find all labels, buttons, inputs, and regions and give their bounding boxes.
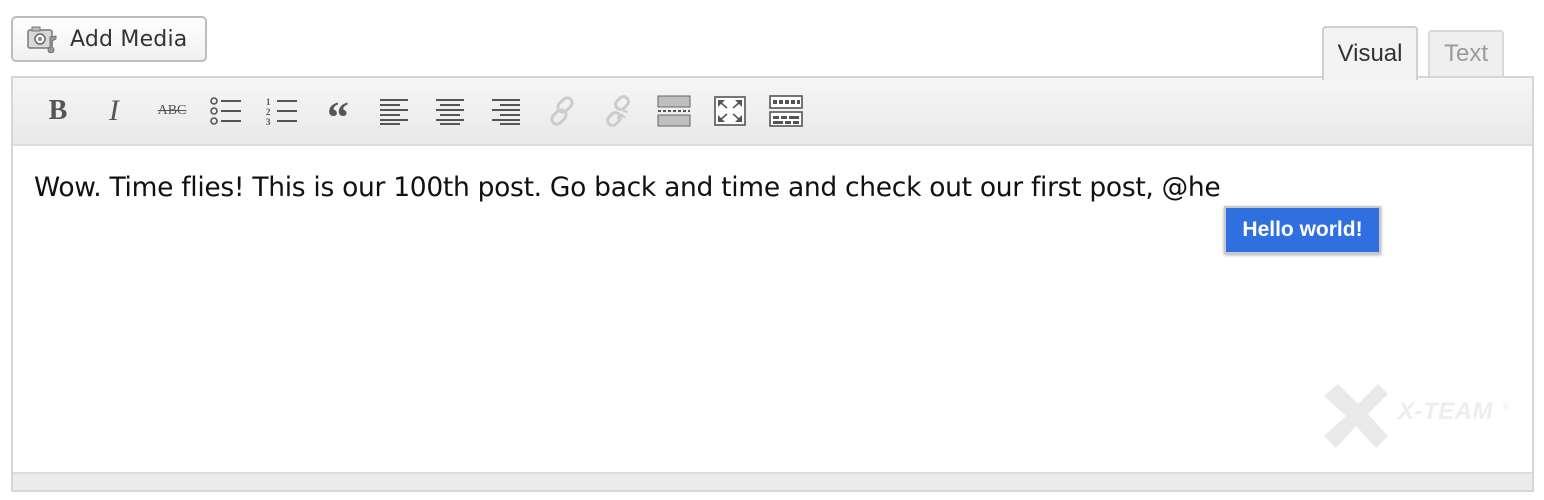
- italic-button[interactable]: I: [96, 94, 132, 128]
- align-center-button[interactable]: [432, 94, 468, 128]
- fullscreen-icon: [714, 96, 746, 126]
- unlink-button[interactable]: [600, 94, 636, 128]
- blockquote-button[interactable]: “: [320, 94, 356, 140]
- tab-text[interactable]: Text: [1428, 30, 1504, 76]
- svg-text:2: 2: [266, 107, 271, 117]
- link-button[interactable]: [544, 94, 580, 128]
- strikethrough-icon: ABC: [157, 103, 187, 118]
- svg-text:3: 3: [266, 117, 271, 126]
- tab-visual[interactable]: Visual: [1322, 26, 1418, 80]
- add-media-label: Add Media: [70, 26, 188, 52]
- read-more-button[interactable]: [656, 94, 692, 128]
- bullet-list-icon: [210, 96, 242, 126]
- editor-content[interactable]: Wow. Time flies! This is our 100th post.…: [34, 172, 1221, 203]
- italic-icon: I: [109, 94, 119, 127]
- align-right-icon: [490, 97, 522, 125]
- bullet-list-button[interactable]: [208, 94, 244, 128]
- editor-statusbar: [13, 472, 1532, 490]
- x-team-logo-icon: [1324, 384, 1388, 448]
- media-camera-icon: [27, 25, 59, 54]
- watermark-brand: X-TEAM: [1398, 398, 1493, 425]
- editor-frame: B I ABC 1 2 3 “ Wow. Time flies! This is…: [11, 76, 1534, 492]
- bold-icon: B: [48, 95, 68, 126]
- read-more-icon: [657, 95, 691, 127]
- numbered-list-button[interactable]: 1 2 3: [264, 94, 300, 128]
- strikethrough-button[interactable]: ABC: [152, 94, 192, 128]
- align-center-icon: [434, 97, 466, 125]
- align-left-icon: [378, 97, 410, 125]
- align-right-button[interactable]: [488, 94, 524, 128]
- mention-suggestion[interactable]: Hello world!: [1224, 206, 1381, 254]
- blockquote-icon: “: [327, 93, 349, 142]
- editor-toolbar: B I ABC 1 2 3 “: [13, 78, 1532, 146]
- x-team-watermark: X-TEAM ®: [1324, 384, 1514, 450]
- bold-button[interactable]: B: [40, 94, 76, 128]
- toolbar-toggle-button[interactable]: [768, 94, 804, 128]
- numbered-list-icon: 1 2 3: [266, 96, 298, 126]
- align-left-button[interactable]: [376, 94, 412, 128]
- toolbar-toggle-icon: [769, 95, 803, 127]
- link-icon: [545, 94, 579, 128]
- unlink-icon: [601, 94, 635, 128]
- fullscreen-button[interactable]: [712, 94, 748, 128]
- svg-text:1: 1: [266, 97, 271, 107]
- watermark-registered: ®: [1502, 402, 1510, 413]
- add-media-button[interactable]: Add Media: [11, 16, 207, 62]
